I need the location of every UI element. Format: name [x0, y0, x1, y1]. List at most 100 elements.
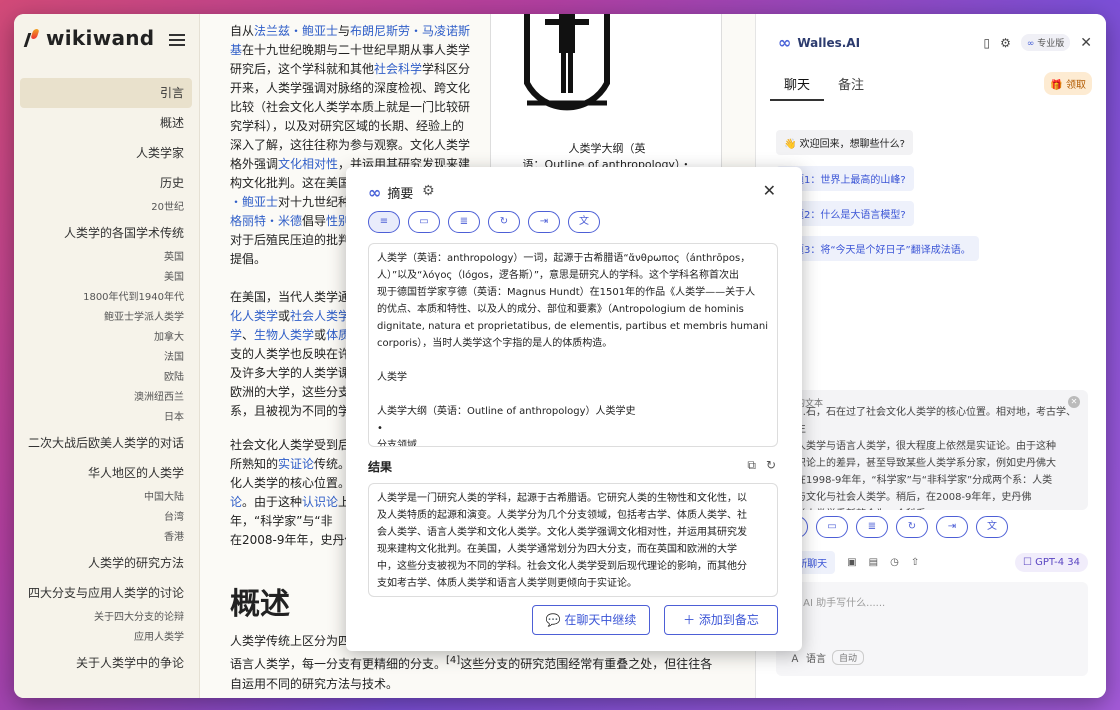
- claim-button[interactable]: 🎁 领取: [1044, 72, 1092, 95]
- explain-icon[interactable]: ≣: [448, 211, 480, 233]
- text-line: 究学科），以及对研究区域的长期、经验上的: [230, 119, 465, 133]
- toc-item[interactable]: 历史: [20, 168, 192, 198]
- rewrite-icon[interactable]: ↻: [896, 516, 928, 538]
- regenerate-icon[interactable]: ↻: [766, 458, 776, 473]
- rewrite-icon[interactable]: ↻: [488, 211, 520, 233]
- menu-icon[interactable]: [169, 34, 185, 46]
- gear-icon[interactable]: ⚙: [422, 183, 435, 199]
- panel-tabs: 聊天 备注: [770, 72, 878, 101]
- explain-icon[interactable]: ≣: [856, 516, 888, 538]
- language-setting[interactable]: Ａ 语言 自动: [790, 650, 865, 665]
- logo-text: wikiwand: [46, 26, 155, 50]
- toc-item[interactable]: 人类学的各国学术传统: [20, 218, 192, 248]
- text-line: 开来，人类学强调对脉络的深度检视、跨文化: [230, 81, 471, 95]
- source-text-box[interactable]: 人类学（英语：anthropology）一词，起源于古希腊语“ἄνθρωπος（…: [368, 243, 778, 447]
- text-line: 自运用不同的研究方法与技术。: [230, 677, 399, 691]
- close-icon[interactable]: ✕: [1080, 35, 1092, 51]
- model-count: 34: [1067, 556, 1080, 568]
- text-line: 分支领域: [377, 440, 417, 447]
- text-line: 人类学（英语：anthropology）一词，起源于古希腊语“ἄνθρωπος（…: [377, 253, 751, 264]
- tab-chat[interactable]: 聊天: [770, 72, 825, 101]
- history-icon[interactable]: ◷: [890, 557, 899, 568]
- pdf-icon[interactable]: ▤: [869, 557, 878, 568]
- text-line: 识论上的差异，甚至导致某些人类学系分家，例如史丹佛大: [796, 458, 1056, 469]
- add-to-notes-button[interactable]: ＋ 添加到备忘: [664, 605, 778, 635]
- toc-item[interactable]: 中国大陆: [20, 488, 192, 508]
- toc-item[interactable]: 20世纪: [20, 198, 192, 218]
- result-label: 结果: [368, 460, 393, 474]
- toc-item[interactable]: 美国: [20, 268, 192, 288]
- upload-icon[interactable]: ⇧: [911, 557, 919, 568]
- expand-icon[interactable]: ⇥: [528, 211, 560, 233]
- close-icon[interactable]: ✕: [763, 181, 776, 200]
- toc-item[interactable]: 引言: [20, 78, 192, 108]
- translate-icon[interactable]: 文: [976, 516, 1008, 538]
- wikiwand-logo[interactable]: wikiwand: [24, 26, 154, 50]
- welcome-message: 👋 欢迎回来，想聊些什么?: [776, 130, 913, 155]
- text-line: 语言人类学，每一分支有更精细的分支。[4]这些分支的研究范围经常有重叠之处，但往…: [230, 655, 713, 671]
- text-line: 研究后，这个学科就和其他社会科学学科区分: [230, 62, 471, 76]
- model-selector[interactable]: ☐ GPT-4 34: [1014, 552, 1088, 572]
- table-of-contents-sidebar: wikiwand 引言 概述 人类学家 历史 20世纪 人类学的各国学术传统 英国 美国 180…: [14, 14, 200, 698]
- toc-item[interactable]: 英国: [20, 248, 192, 268]
- walles-logo-icon: ∞: [778, 33, 792, 52]
- toc-item[interactable]: 日本: [20, 408, 192, 428]
- text-line: 人类学: [377, 372, 407, 383]
- plan-badge-label: 专业版: [1037, 39, 1065, 49]
- text-line: [377, 386, 769, 403]
- toc-item[interactable]: 鲍亚士学派人类学: [20, 308, 192, 328]
- toc-item[interactable]: 人类学的研究方法: [20, 548, 192, 578]
- suggested-question[interactable]: 问题3：将“今天是个好日子”翻译成法语。: [776, 236, 979, 261]
- result-toolbar: ⧉ ↻: [747, 458, 776, 473]
- summary-icon[interactable]: ≡: [368, 211, 400, 233]
- toc-item[interactable]: 二次大战后欧美人类学的对话: [20, 428, 192, 458]
- language-label: 语言: [806, 654, 826, 665]
- image-icon[interactable]: ▣: [847, 557, 856, 568]
- copy-icon[interactable]: ⧉: [747, 458, 756, 473]
- text-line: 中，这些分支被视为不同的学科。社会文化人类学受到后现代理论的影响，而其他分: [377, 561, 747, 572]
- text-line: 自从法兰兹・鲍亚士与布朗尼斯劳・马凌诺斯: [230, 24, 471, 38]
- phone-icon[interactable]: ▯: [984, 36, 991, 50]
- walles-logo-icon: ∞: [368, 182, 382, 202]
- popup-title-text: 摘要: [387, 187, 414, 202]
- language-value[interactable]: 自动: [832, 650, 865, 665]
- toc-item[interactable]: 澳洲纽西兰: [20, 388, 192, 408]
- toc-item[interactable]: 欧陆: [20, 368, 192, 388]
- walles-brand: ∞ Walles.AI: [778, 33, 861, 52]
- toc-item[interactable]: 人类学家: [20, 138, 192, 168]
- text-line: dignitate, natura et proprietatibus, de …: [377, 321, 769, 332]
- text-line: •: [377, 423, 383, 434]
- toc-item[interactable]: 关于四大分支的论辩: [20, 608, 192, 628]
- toc-item[interactable]: 关于人类学中的争论: [20, 648, 192, 678]
- quote-body: …石，石在过了社会文化人类学的核心位置。相对地，考古学、生人类学与语言人类学，很…: [796, 404, 1078, 510]
- chat-input-placeholder: 示 AI 助手写什么......: [790, 598, 886, 609]
- expand-icon[interactable]: ⇥: [936, 516, 968, 538]
- tab-notes[interactable]: 备注: [824, 72, 878, 101]
- toc-item[interactable]: 香港: [20, 528, 192, 548]
- chat-bubble-icon[interactable]: ▭: [408, 211, 440, 233]
- selected-text-quote: 的文本 ✕ …石，石在过了社会文化人类学的核心位置。相对地，考古学、生人类学与语…: [776, 390, 1088, 510]
- text-line: corporis），当时人类学这个字指的是人的体质构造。: [377, 338, 613, 349]
- text-line: 人类学大纲（英: [568, 142, 646, 155]
- toc-item[interactable]: 加拿大: [20, 328, 192, 348]
- popup-title: ∞ 摘要: [368, 183, 413, 202]
- continue-in-chat-button[interactable]: 💬 在聊天中继续: [532, 605, 650, 635]
- text-line: 深入了解，这往往称为参与观察。文化人类学: [230, 138, 471, 152]
- plan-badge[interactable]: ∞ 专业版: [1020, 34, 1071, 51]
- translate-icon[interactable]: 文: [568, 211, 600, 233]
- gear-icon[interactable]: ⚙: [1000, 36, 1011, 50]
- toc-item[interactable]: 概述: [20, 108, 192, 138]
- brand-name: Walles.AI: [797, 36, 861, 50]
- text-line: 人）”以及“λόγος（lógos，逻各斯）”，意思是研究人的学科。这个学科名称…: [377, 270, 740, 281]
- text-line: 人类学与语言人类学，很大程度上依然是实证论。由于这种: [796, 441, 1056, 452]
- text-line: 的优点、本质和特性、以及人的成分、部位和要素》（Antropologium de…: [377, 304, 744, 315]
- continue-label: 在聊天中继续: [564, 613, 637, 627]
- toc-item[interactable]: 华人地区的人类学: [20, 458, 192, 488]
- toc-item[interactable]: 1800年代到1940年代: [20, 288, 192, 308]
- toc-item[interactable]: 法国: [20, 348, 192, 368]
- toc-item[interactable]: 四大分支与应用人类学的讨论: [20, 578, 192, 608]
- toc-item[interactable]: 应用人类学: [20, 628, 192, 648]
- clear-quote-icon[interactable]: ✕: [1068, 396, 1080, 408]
- chat-bubble-icon[interactable]: ▭: [816, 516, 848, 538]
- toc-item[interactable]: 台湾: [20, 508, 192, 528]
